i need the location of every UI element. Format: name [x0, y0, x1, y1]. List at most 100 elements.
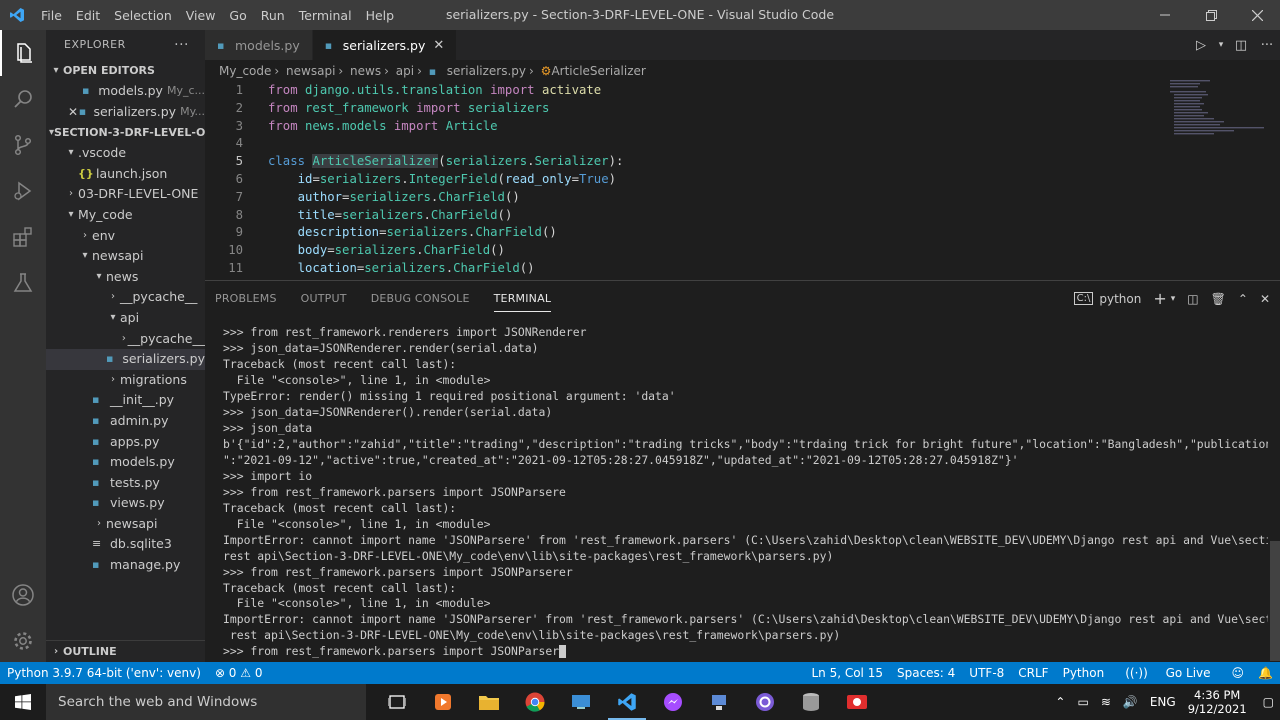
tree-item[interactable]: {} launch.json	[46, 164, 205, 185]
open-editors-section[interactable]: ▾ OPEN EDITORS	[46, 60, 205, 81]
tree-item[interactable]: › newsapi	[46, 514, 205, 535]
tree-item[interactable]: ▪ serializers.py	[46, 349, 205, 370]
encoding[interactable]: UTF-8	[962, 666, 1011, 680]
chrome-icon[interactable]	[512, 684, 558, 720]
close-editor-icon[interactable]: ✕	[68, 102, 79, 123]
tree-item[interactable]: ▾ api	[46, 308, 205, 329]
new-terminal-icon[interactable]: +	[1153, 289, 1166, 308]
file-explorer-icon[interactable]	[466, 684, 512, 720]
tree-item[interactable]: ▾ newsapi	[46, 246, 205, 267]
run-file-icon[interactable]: ▷	[1188, 38, 1214, 53]
taskbar-search-box[interactable]: Search the web and Windows	[46, 684, 366, 720]
network-app-icon[interactable]	[696, 684, 742, 720]
tree-item[interactable]: ▪ __init__.py	[46, 390, 205, 411]
cursor-position[interactable]: Ln 5, Col 15	[804, 666, 890, 680]
breadcrumb-item[interactable]: My_code	[219, 64, 271, 78]
volume-icon[interactable]: 🔊	[1123, 695, 1138, 709]
terminal-output[interactable]: >>> from rest_framework.renderers import…	[223, 325, 1268, 660]
language-mode[interactable]: Python	[1056, 666, 1112, 680]
more-actions-icon[interactable]: ···	[1254, 38, 1280, 53]
open-editor-serializers[interactable]: ✕ ▪ serializers.py My...	[46, 102, 205, 123]
minimap[interactable]	[1170, 80, 1266, 142]
language-indicator[interactable]: ENG	[1150, 695, 1176, 709]
wifi-icon[interactable]: ≋	[1101, 695, 1111, 709]
battery-icon[interactable]: ▭	[1077, 695, 1088, 709]
task-view-icon[interactable]	[374, 684, 420, 720]
vscode-taskbar-icon[interactable]	[604, 684, 650, 720]
open-editor-models[interactable]: ▪ models.py My_c...	[46, 81, 205, 102]
show-hidden-icons-icon[interactable]: ⌃	[1055, 695, 1065, 709]
tab-problems[interactable]: PROBLEMS	[215, 281, 277, 316]
tree-item[interactable]: › migrations	[46, 370, 205, 391]
tab-models[interactable]: ▪ models.py	[205, 30, 313, 60]
tree-item[interactable]: › 03-DRF-LEVEL-ONE	[46, 184, 205, 205]
breadcrumb-item[interactable]: ArticleSerializer	[551, 64, 645, 78]
terminal-scrollbar[interactable]	[1270, 541, 1280, 661]
run-debug-icon[interactable]	[0, 168, 46, 214]
github-desktop-icon[interactable]	[742, 684, 788, 720]
notifications-bell-icon[interactable]: 🔔	[1251, 666, 1280, 680]
remote-desktop-icon[interactable]	[558, 684, 604, 720]
close-tab-icon[interactable]: ✕	[433, 38, 444, 53]
more-actions-icon[interactable]: ···	[174, 30, 189, 60]
settings-gear-icon[interactable]	[0, 618, 46, 664]
clock[interactable]: 4:36 PM 9/12/2021	[1188, 688, 1247, 716]
menu-help[interactable]: Help	[359, 8, 402, 23]
breadcrumb-item[interactable]: api	[396, 64, 414, 78]
screen-recorder-icon[interactable]	[834, 684, 880, 720]
tree-item[interactable]: ▪ manage.py	[46, 555, 205, 576]
notification-center-icon[interactable]: ▢	[1263, 695, 1274, 709]
database-icon[interactable]	[788, 684, 834, 720]
tree-item[interactable]: › __pycache__	[46, 287, 205, 308]
split-terminal-icon[interactable]: ◫	[1187, 292, 1198, 306]
project-section[interactable]: ▾SECTION-3-DRF-LEVEL-ONE	[46, 122, 205, 143]
account-icon[interactable]	[0, 572, 46, 618]
problems-count[interactable]: ⊗ 0 ⚠ 0	[208, 666, 270, 680]
feedback-icon[interactable]: ☺	[1225, 666, 1252, 680]
breadcrumb-item[interactable]: news	[350, 64, 381, 78]
media-player-icon[interactable]	[420, 684, 466, 720]
terminal-dropdown-icon[interactable]: ▾	[1171, 294, 1176, 304]
messenger-icon[interactable]	[650, 684, 696, 720]
tree-item[interactable]: ▾ My_code	[46, 205, 205, 226]
windows-start-icon[interactable]	[0, 684, 46, 720]
python-interpreter[interactable]: Python 3.9.7 64-bit ('env': venv)	[0, 666, 208, 680]
explorer-icon[interactable]	[0, 30, 46, 76]
source-control-icon[interactable]	[0, 122, 46, 168]
menu-view[interactable]: View	[179, 8, 223, 23]
tree-item[interactable]: › env	[46, 226, 205, 247]
trash-icon[interactable]: 🗑	[1211, 292, 1226, 306]
menu-go[interactable]: Go	[222, 8, 253, 23]
close-panel-icon[interactable]: ✕	[1260, 292, 1270, 306]
menu-edit[interactable]: Edit	[69, 8, 107, 23]
go-live-button[interactable]: ((·)) Go Live	[1111, 666, 1224, 680]
tree-item[interactable]: ▪ tests.py	[46, 473, 205, 494]
terminal-shell-label[interactable]: python	[1099, 292, 1141, 306]
run-dropdown-icon[interactable]: ▾	[1214, 40, 1228, 50]
tree-item[interactable]: ▪ models.py	[46, 452, 205, 473]
menu-selection[interactable]: Selection	[107, 8, 179, 23]
indentation[interactable]: Spaces: 4	[890, 666, 962, 680]
outline-section[interactable]: › OUTLINE	[46, 640, 205, 662]
tree-item[interactable]: ▾ .vscode	[46, 143, 205, 164]
close-window-button[interactable]	[1234, 0, 1280, 30]
tree-item[interactable]: ▪ views.py	[46, 493, 205, 514]
tree-item[interactable]: ≡ db.sqlite3	[46, 534, 205, 555]
breadcrumb-item[interactable]: serializers.py	[447, 64, 526, 78]
maximize-button[interactable]	[1188, 0, 1234, 30]
testing-flask-icon[interactable]	[0, 260, 46, 306]
tab-output[interactable]: OUTPUT	[301, 281, 347, 316]
maximize-panel-icon[interactable]: ⌃	[1238, 292, 1248, 306]
tab-terminal[interactable]: TERMINAL	[493, 286, 552, 312]
split-editor-icon[interactable]: ◫	[1228, 38, 1254, 53]
tab-debug-console[interactable]: DEBUG CONSOLE	[371, 281, 470, 316]
tab-serializers[interactable]: ▪ serializers.py ✕	[312, 30, 458, 60]
breadcrumb-item[interactable]: newsapi	[286, 64, 335, 78]
menu-terminal[interactable]: Terminal	[292, 8, 359, 23]
code-editor[interactable]: 1 from django.utils.translation import ac…	[205, 82, 1280, 280]
tree-item[interactable]: ▪ apps.py	[46, 432, 205, 453]
minimize-button[interactable]	[1142, 0, 1188, 30]
tree-item[interactable]: ▾ news	[46, 267, 205, 288]
menu-run[interactable]: Run	[254, 8, 292, 23]
line-endings[interactable]: CRLF	[1011, 666, 1055, 680]
